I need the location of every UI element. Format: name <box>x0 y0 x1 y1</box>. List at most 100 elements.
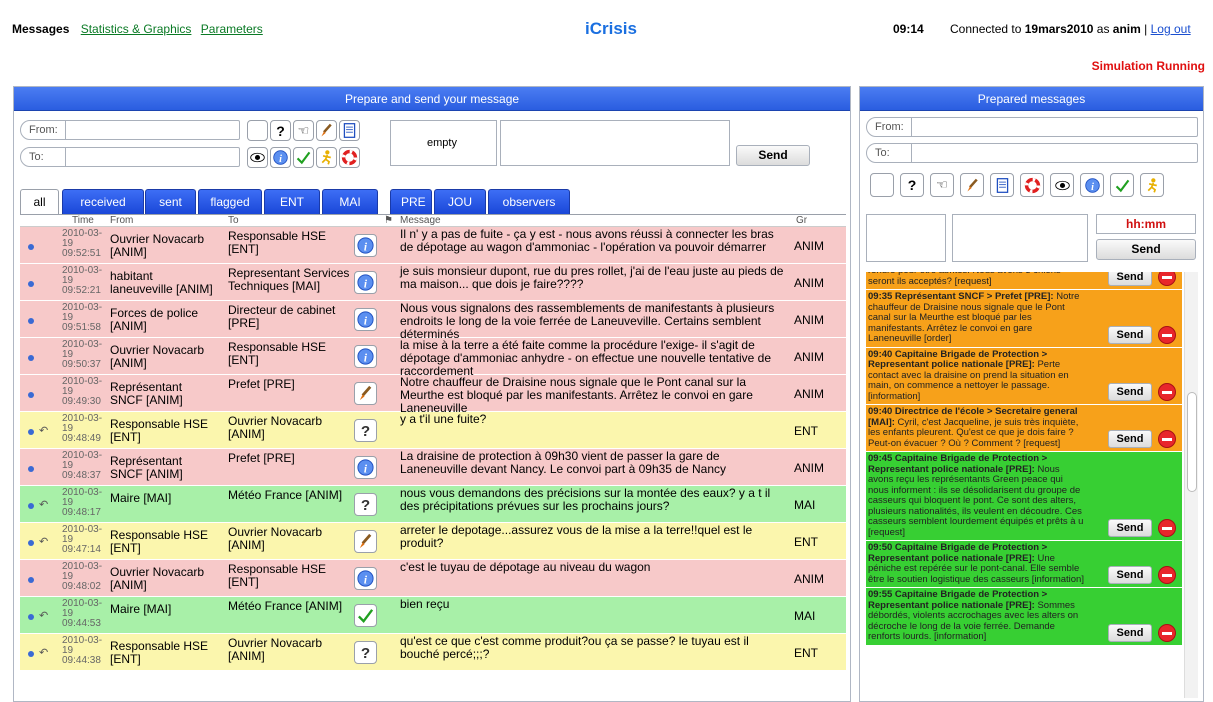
table-row[interactable]: ↶ 2010-03-19 09:44:53 Maire [MAI] Météo Fran… <box>20 597 846 634</box>
document-icon[interactable] <box>339 120 360 141</box>
tab-ent[interactable]: ENT <box>264 189 320 214</box>
brush-icon[interactable] <box>316 120 337 141</box>
question-icon[interactable]: ? <box>354 493 377 516</box>
check-icon[interactable] <box>354 604 377 627</box>
table-row[interactable]: ↶ 2010-03-19 09:47:14 Responsable HSE [ENT]… <box>20 523 846 560</box>
header-from[interactable]: From <box>110 215 133 226</box>
question-icon[interactable]: ? <box>270 120 291 141</box>
prepared-from-input[interactable] <box>911 118 1197 136</box>
table-row[interactable]: 2010-03-19 09:48:37 Représentant SNCF [ANI… <box>20 449 846 486</box>
header-message[interactable]: Message <box>400 215 441 226</box>
prepared-item[interactable]: 09:50 Capitaine Brigade de Protection > … <box>866 541 1182 588</box>
header-flag[interactable]: ⚑ <box>384 215 393 226</box>
tab-sent[interactable]: sent <box>145 189 196 214</box>
check-icon[interactable] <box>293 147 314 168</box>
tab-flagged[interactable]: flagged <box>198 189 262 214</box>
tab-pre[interactable]: PRE <box>390 189 432 214</box>
prepared-item[interactable]: 09:35 Représentant SNCF > Prefet [PRE]: … <box>866 290 1182 348</box>
nav-messages[interactable]: Messages <box>12 22 69 36</box>
prepared-document-icon[interactable] <box>990 173 1014 197</box>
question-icon[interactable]: ? <box>354 641 377 664</box>
table-row[interactable]: ↶ 2010-03-19 09:44:38 Responsable HSE [ENT]… <box>20 634 846 671</box>
header-time[interactable]: Time <box>72 215 94 226</box>
prepared-info-icon[interactable]: i <box>1080 173 1104 197</box>
prepared-item[interactable]: 09:55 Capitaine Brigade de Protection > … <box>866 588 1182 646</box>
prepared-blank-type-icon[interactable] <box>870 173 894 197</box>
brush-icon[interactable] <box>354 382 377 405</box>
table-row[interactable]: 2010-03-19 09:50:37 Ouvrier Novacarb [ANIM… <box>20 338 846 378</box>
prepared-item[interactable]: 09:45 Capitaine Brigade de Protection > … <box>866 452 1182 541</box>
table-row[interactable]: ↶ 2010-03-19 09:48:17 Maire [MAI] Météo Fran… <box>20 486 846 523</box>
header-group[interactable]: Gr <box>796 215 807 226</box>
to-field[interactable]: To: <box>20 147 240 167</box>
prepared-from-field[interactable]: From: <box>866 117 1198 137</box>
delete-icon[interactable] <box>1158 383 1176 401</box>
eye-icon[interactable] <box>247 147 268 168</box>
table-row[interactable]: 2010-03-19 09:52:51 Ouvrier Novacarb [ANIM… <box>20 227 846 264</box>
delete-icon[interactable] <box>1158 325 1176 344</box>
info-icon[interactable]: i <box>354 567 377 590</box>
delete-icon[interactable] <box>1158 272 1176 286</box>
tab-observers[interactable]: observers <box>488 189 570 214</box>
prepared-item-send-button[interactable]: Send <box>1108 383 1152 401</box>
table-row[interactable]: 2010-03-19 09:48:02 Ouvrier Novacarb [ANIM… <box>20 560 846 597</box>
prepared-to-input[interactable] <box>911 144 1197 162</box>
send-button[interactable]: Send <box>736 145 810 166</box>
scrollbar-thumb[interactable] <box>1187 392 1197 492</box>
to-input[interactable] <box>65 148 239 166</box>
info-icon[interactable]: i <box>354 345 377 368</box>
prepared-item[interactable]: 09:40 Capitaine Brigade de Protection > … <box>866 347 1182 405</box>
prepared-item-send-button[interactable]: Send <box>1108 272 1152 286</box>
delete-icon[interactable] <box>1158 566 1176 584</box>
prepared-message-textarea[interactable] <box>952 214 1088 262</box>
prepared-to-field[interactable]: To: <box>866 143 1198 163</box>
prepared-check-icon[interactable] <box>1110 173 1134 197</box>
prepared-runner-icon[interactable] <box>1140 173 1164 197</box>
table-row[interactable]: 2010-03-19 09:51:58 Forces de police [ANIM… <box>20 301 846 341</box>
delete-icon[interactable] <box>1158 623 1176 642</box>
prepared-scrollbar[interactable] <box>1184 272 1198 698</box>
hand-icon[interactable]: ☜ <box>293 120 314 141</box>
tab-received[interactable]: received <box>62 189 144 214</box>
prepared-item-send-button[interactable]: Send <box>1108 430 1152 448</box>
brush-icon[interactable] <box>354 530 377 553</box>
lifebuoy-icon[interactable] <box>339 147 360 168</box>
prepared-item-send-button[interactable]: Send <box>1108 519 1152 537</box>
prepared-send-button[interactable]: Send <box>1096 239 1196 260</box>
prepared-question-icon[interactable]: ? <box>900 173 924 197</box>
header-to[interactable]: To <box>228 215 239 226</box>
from-input[interactable] <box>65 121 239 139</box>
prepared-brush-icon[interactable] <box>960 173 984 197</box>
prepared-eye-icon[interactable] <box>1050 173 1074 197</box>
prepared-small-textarea[interactable] <box>866 214 946 262</box>
logout-link[interactable]: Log out <box>1151 22 1191 36</box>
time-input[interactable]: hh:mm <box>1096 214 1196 234</box>
nav-parameters-link[interactable]: Parameters <box>201 22 263 36</box>
table-row[interactable]: 2010-03-19 09:52:21 habitant laneuveville … <box>20 264 846 301</box>
delete-icon[interactable] <box>1158 519 1176 537</box>
prepared-lifebuoy-icon[interactable] <box>1020 173 1044 197</box>
info-icon[interactable]: i <box>354 234 377 257</box>
info-icon[interactable]: i <box>354 271 377 294</box>
tab-jou[interactable]: JOU <box>434 189 486 214</box>
message-textarea[interactable] <box>500 120 730 166</box>
prepared-item-send-button[interactable]: Send <box>1108 623 1152 642</box>
question-icon[interactable]: ? <box>354 419 377 442</box>
table-row[interactable]: ↶ 2010-03-19 09:48:49 Responsable HSE [ENT]… <box>20 412 846 449</box>
empty-box[interactable]: empty <box>390 120 497 166</box>
info-icon[interactable]: i <box>354 456 377 479</box>
prepared-item[interactable]: rendre pour être abrités. Nous avons 3 c… <box>866 272 1182 290</box>
prepared-hand-icon[interactable]: ☜ <box>930 173 954 197</box>
blank-type-icon[interactable] <box>247 120 268 141</box>
info-icon[interactable]: i <box>354 308 377 331</box>
delete-icon[interactable] <box>1158 430 1176 448</box>
info-icon[interactable]: i <box>270 147 291 168</box>
prepared-item[interactable]: 09:40 Directrice de l'école > Secretaire… <box>866 405 1182 452</box>
from-field[interactable]: From: <box>20 120 240 140</box>
prepared-item-send-button[interactable]: Send <box>1108 566 1152 584</box>
table-row[interactable]: 2010-03-19 09:49:30 Représentant SNCF [ANI… <box>20 375 846 415</box>
tab-mai[interactable]: MAI <box>322 189 378 214</box>
tab-all[interactable]: all <box>20 189 59 215</box>
runner-icon[interactable] <box>316 147 337 168</box>
prepared-item-send-button[interactable]: Send <box>1108 325 1152 344</box>
